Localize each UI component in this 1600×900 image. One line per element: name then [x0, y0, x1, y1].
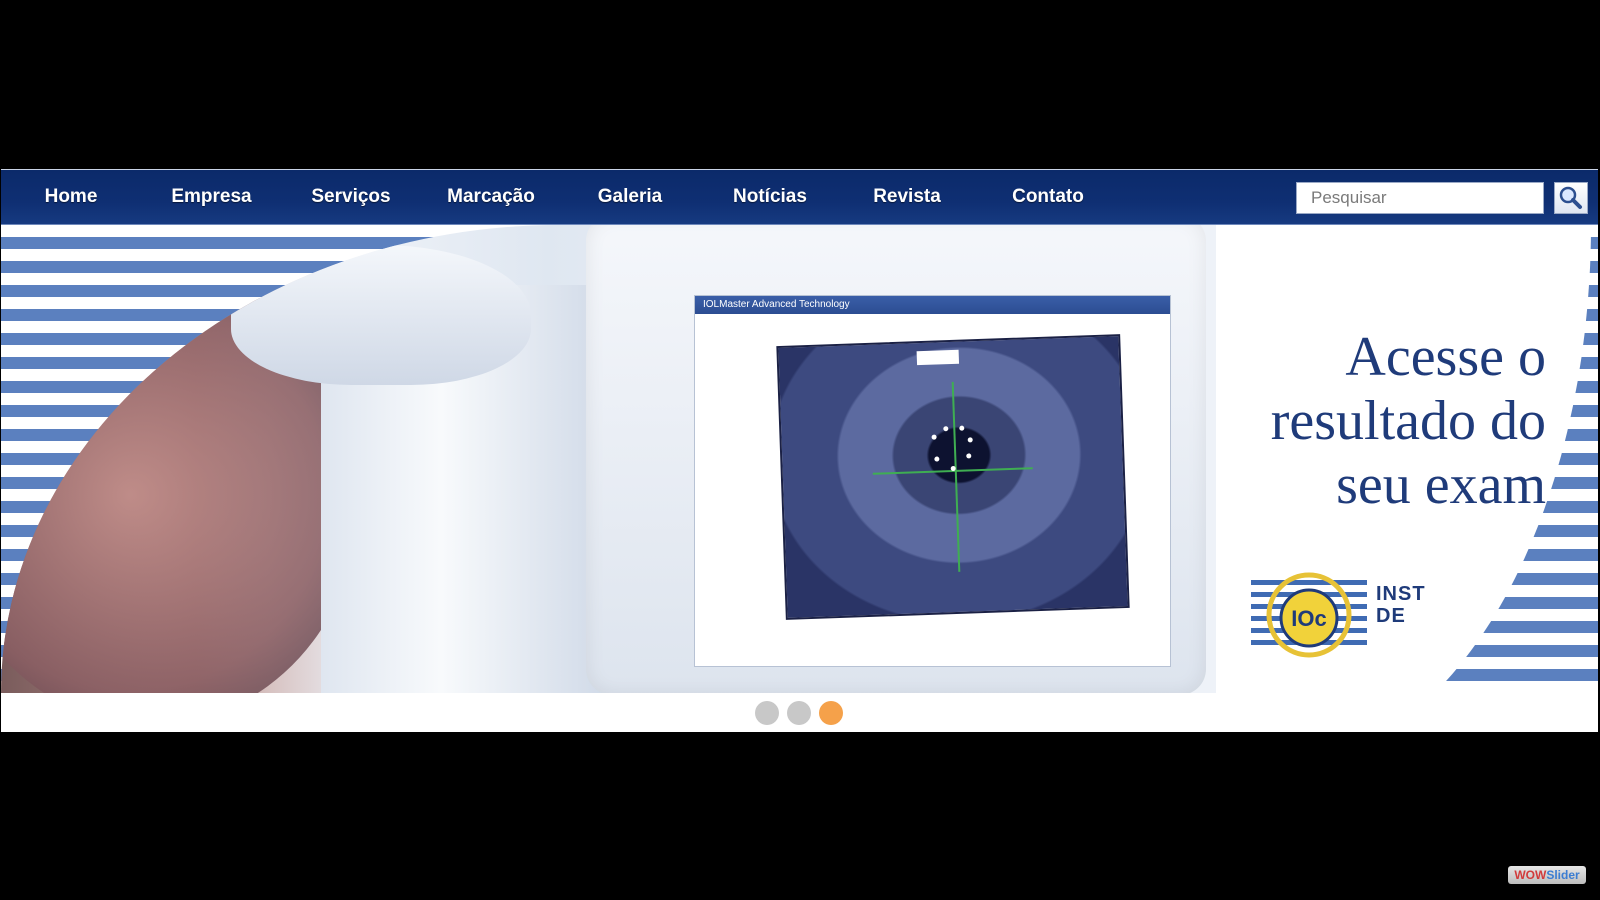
reflection-dot	[934, 456, 940, 462]
reflection-dot	[931, 434, 937, 440]
nav-item-marcacao[interactable]: Marcação	[431, 170, 551, 224]
monitor-screen: IOLMaster Advanced Technology	[694, 295, 1171, 667]
nav-item-contato[interactable]: Contato	[989, 170, 1107, 224]
nav-item-galeria[interactable]: Galeria	[576, 170, 684, 224]
page: Home Empresa Serviços Marcação Galeria N…	[0, 0, 1600, 900]
reflection-dot	[959, 425, 965, 431]
headline-line-1: Acesse o	[1345, 326, 1546, 388]
nav-item-noticias[interactable]: Notícias	[713, 170, 827, 224]
institute-logo-icon: IOc	[1251, 572, 1367, 658]
eye-scan-image	[776, 334, 1130, 620]
machine-monitor: IOLMaster Advanced Technology	[586, 225, 1206, 693]
scan-label-box	[916, 349, 960, 366]
website-frame: Home Empresa Serviços Marcação Galeria N…	[1, 169, 1598, 732]
logo-mark-text: IOc	[1291, 606, 1326, 631]
crosshair-vertical	[951, 381, 961, 572]
reflection-dot	[967, 437, 973, 443]
main-navigation: Home Empresa Serviços Marcação Galeria N…	[1, 170, 1598, 225]
institute-name-line-2: DE	[1376, 605, 1406, 627]
search-input[interactable]	[1296, 182, 1544, 214]
nav-item-home[interactable]: Home	[23, 170, 119, 224]
search-button[interactable]	[1554, 182, 1588, 214]
institute-name-line-1: INST	[1376, 583, 1426, 605]
hero-banner-slide[interactable]: IOLMaster Advanced Technology Acesse o r…	[1, 225, 1598, 693]
screen-titlebar: IOLMaster Advanced Technology	[695, 296, 1170, 314]
nav-item-servicos[interactable]: Serviços	[295, 170, 407, 224]
nav-item-revista[interactable]: Revista	[853, 170, 961, 224]
wowslider-badge[interactable]: WOWSlider	[1508, 866, 1586, 884]
reflection-dot	[943, 426, 949, 432]
institute-name: INST DE	[1376, 583, 1426, 627]
nav-item-empresa[interactable]: Empresa	[154, 170, 269, 224]
slider-pagination	[1, 693, 1598, 732]
headline-line-3: seu exam	[1336, 454, 1546, 516]
headline-line-2: resultado do	[1270, 390, 1546, 452]
wowslider-badge-part2: Slider	[1546, 868, 1580, 882]
eye-exam-photo: IOLMaster Advanced Technology	[1, 225, 1216, 693]
slide-dot-3[interactable]	[819, 701, 843, 725]
slide-dot-2[interactable]	[787, 701, 811, 725]
banner-headline: Acesse o resultado do seu exam	[1186, 325, 1546, 517]
slide-dot-1[interactable]	[755, 701, 779, 725]
reflection-dot	[966, 453, 972, 459]
wowslider-badge-part1: WOW	[1514, 868, 1547, 882]
machine-headrest	[231, 245, 531, 385]
search-icon	[1559, 186, 1582, 209]
